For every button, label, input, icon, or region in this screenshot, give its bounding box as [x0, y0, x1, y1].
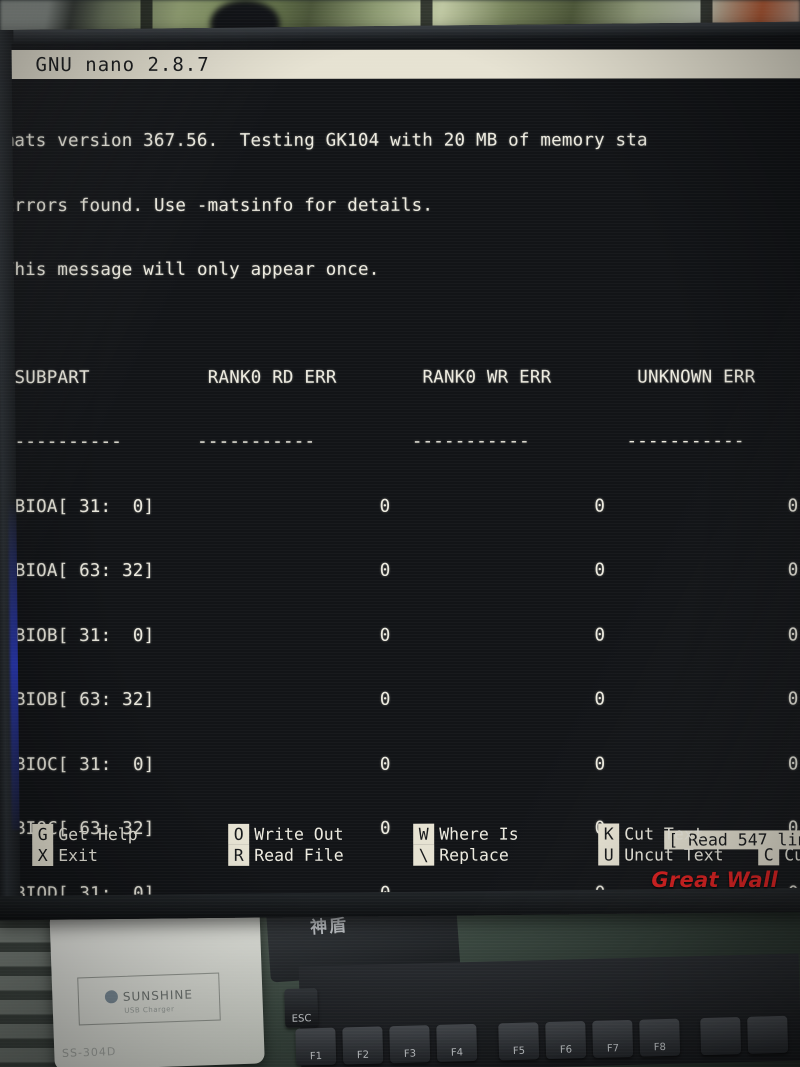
nano-title-bar: GNU nano 2.8.7 — [11, 49, 800, 80]
key-f4[interactable]: F4 — [436, 1023, 478, 1062]
charger-label: SUNSHINE USB Charger — [77, 972, 221, 1026]
key-f5[interactable]: F5 — [498, 1022, 540, 1061]
intro-line-1: mats version 367.56. Testing GK104 with … — [11, 130, 648, 152]
key-f7-label: F7 — [606, 1043, 620, 1055]
key-f1[interactable]: F1 — [295, 1027, 337, 1066]
shortcut-label-cut-text: Cut Text — [624, 824, 704, 844]
table-row: FBIOA[ 31: 0] 0 0 0 — [11, 495, 799, 517]
key-f6[interactable]: F6 — [545, 1021, 587, 1060]
shortcut-label-exit: Exit — [58, 845, 98, 866]
key-f3[interactable]: F3 — [389, 1025, 431, 1064]
charger-brand-text: SUNSHINE — [122, 986, 194, 1004]
shortcut-key-u: U — [598, 844, 620, 866]
app-title: GNU nano 2.8.7 — [35, 53, 210, 76]
key-f3-label: F3 — [403, 1048, 417, 1060]
monitor-screen: GNU nano 2.8.7 mats version 367.56. Test… — [11, 35, 800, 896]
shortcut-read-file[interactable]: R Read File — [228, 844, 413, 866]
key-f10[interactable] — [747, 1015, 789, 1054]
key-f4-label: F4 — [450, 1047, 464, 1059]
shortcut-uncut-text[interactable]: U Uncut Text — [598, 844, 758, 866]
charger-subtitle: USB Charger — [124, 1004, 175, 1015]
subpart-rule-row: ----------- ----------- ----------- ----… — [11, 431, 800, 453]
key-f6-label: F6 — [559, 1044, 573, 1056]
shortcut-get-help[interactable]: G Get Help — [12, 824, 229, 846]
shortcut-label-cur: Cur — [784, 845, 800, 865]
photo-scene: SUNSHINE USB Charger SS-304D 神盾 ESC F1 F… — [0, 0, 800, 1067]
shortcut-label-write-out: Write Out — [254, 824, 344, 844]
key-f5-label: F5 — [512, 1045, 526, 1057]
key-f8-label: F8 — [653, 1041, 667, 1054]
shortcut-key-x: X — [32, 845, 54, 867]
shortcut-label-uncut-text: Uncut Text — [624, 845, 724, 865]
shortcut-key-c: C — [758, 844, 780, 866]
table-row: FBIOC[ 31: 0] 0 0 0 — [11, 753, 799, 775]
shortcut-key-o: O — [228, 823, 250, 845]
shortcut-replace[interactable]: \ Replace — [413, 844, 598, 866]
table-row: FBIOB[ 31: 0] 0 0 0 — [11, 624, 799, 646]
shortcut-write-out[interactable]: O Write Out — [228, 823, 413, 845]
shortcut-row-1: G Get Help O Write Out W Where Is K Cut Text — [12, 823, 800, 846]
key-esc[interactable]: ESC — [284, 988, 319, 1028]
shortcut-key-k: K — [598, 823, 620, 845]
shortcut-key-g: G — [32, 824, 54, 846]
intro-line-3: This message will only appear once. — [11, 259, 380, 281]
monitor: GNU nano 2.8.7 mats version 367.56. Test… — [0, 21, 800, 921]
shortcut-cut-text[interactable]: K Cut Text — [598, 823, 748, 845]
charger-model-text: SS-304D — [61, 1045, 117, 1060]
charger-brand-row: SUNSHINE — [104, 983, 193, 1005]
keyboard[interactable]: ESC F1 F2 F3 F4 F5 F6 F7 F8 — [284, 953, 800, 1067]
intro-line-2: Errors found. Use -matsinfo for details. — [11, 195, 434, 216]
key-f2[interactable]: F2 — [342, 1026, 384, 1065]
key-f2-label: F2 — [356, 1049, 370, 1062]
key-f1-label: F1 — [309, 1050, 323, 1063]
shortcut-label-get-help: Get Help — [58, 824, 138, 845]
shortcut-key-backslash: \ — [413, 844, 435, 866]
shortcut-label-replace: Replace — [439, 845, 509, 865]
shortcut-label-read-file: Read File — [254, 845, 344, 865]
terminal-viewport: GNU nano 2.8.7 mats version 367.56. Test… — [11, 41, 800, 896]
table-row: FBIOA[ 63: 32] 0 0 0 — [11, 560, 799, 582]
terminal-text: mats version 367.56. Testing GK104 with … — [12, 87, 800, 896]
key-f8[interactable]: F8 — [639, 1018, 681, 1057]
key-f7[interactable]: F7 — [592, 1019, 634, 1058]
subpart-header-row: SUBPART RANK0 RD ERR RANK0 WR ERR UNKNOW… — [11, 366, 800, 388]
monitor-brand-logo: Great Wall — [651, 868, 778, 892]
shortcut-where-is[interactable]: W Where Is — [413, 823, 598, 845]
shortcut-label-where-is: Where Is — [439, 824, 519, 844]
shortcut-exit[interactable]: X Exit — [12, 845, 229, 867]
table-row: FBIOB[ 63: 32] 0 0 0 — [11, 689, 799, 711]
shortcut-cur[interactable]: C Cur — [758, 844, 800, 866]
shortcut-key-w: W — [413, 823, 435, 845]
key-esc-label: ESC — [291, 1013, 312, 1025]
sun-icon — [104, 989, 119, 1004]
shortcut-row-2: X Exit R Read File \ Replace U Uncut Text CC… — [12, 844, 800, 867]
key-f9[interactable] — [700, 1017, 742, 1056]
shortcut-key-r: R — [228, 844, 250, 866]
